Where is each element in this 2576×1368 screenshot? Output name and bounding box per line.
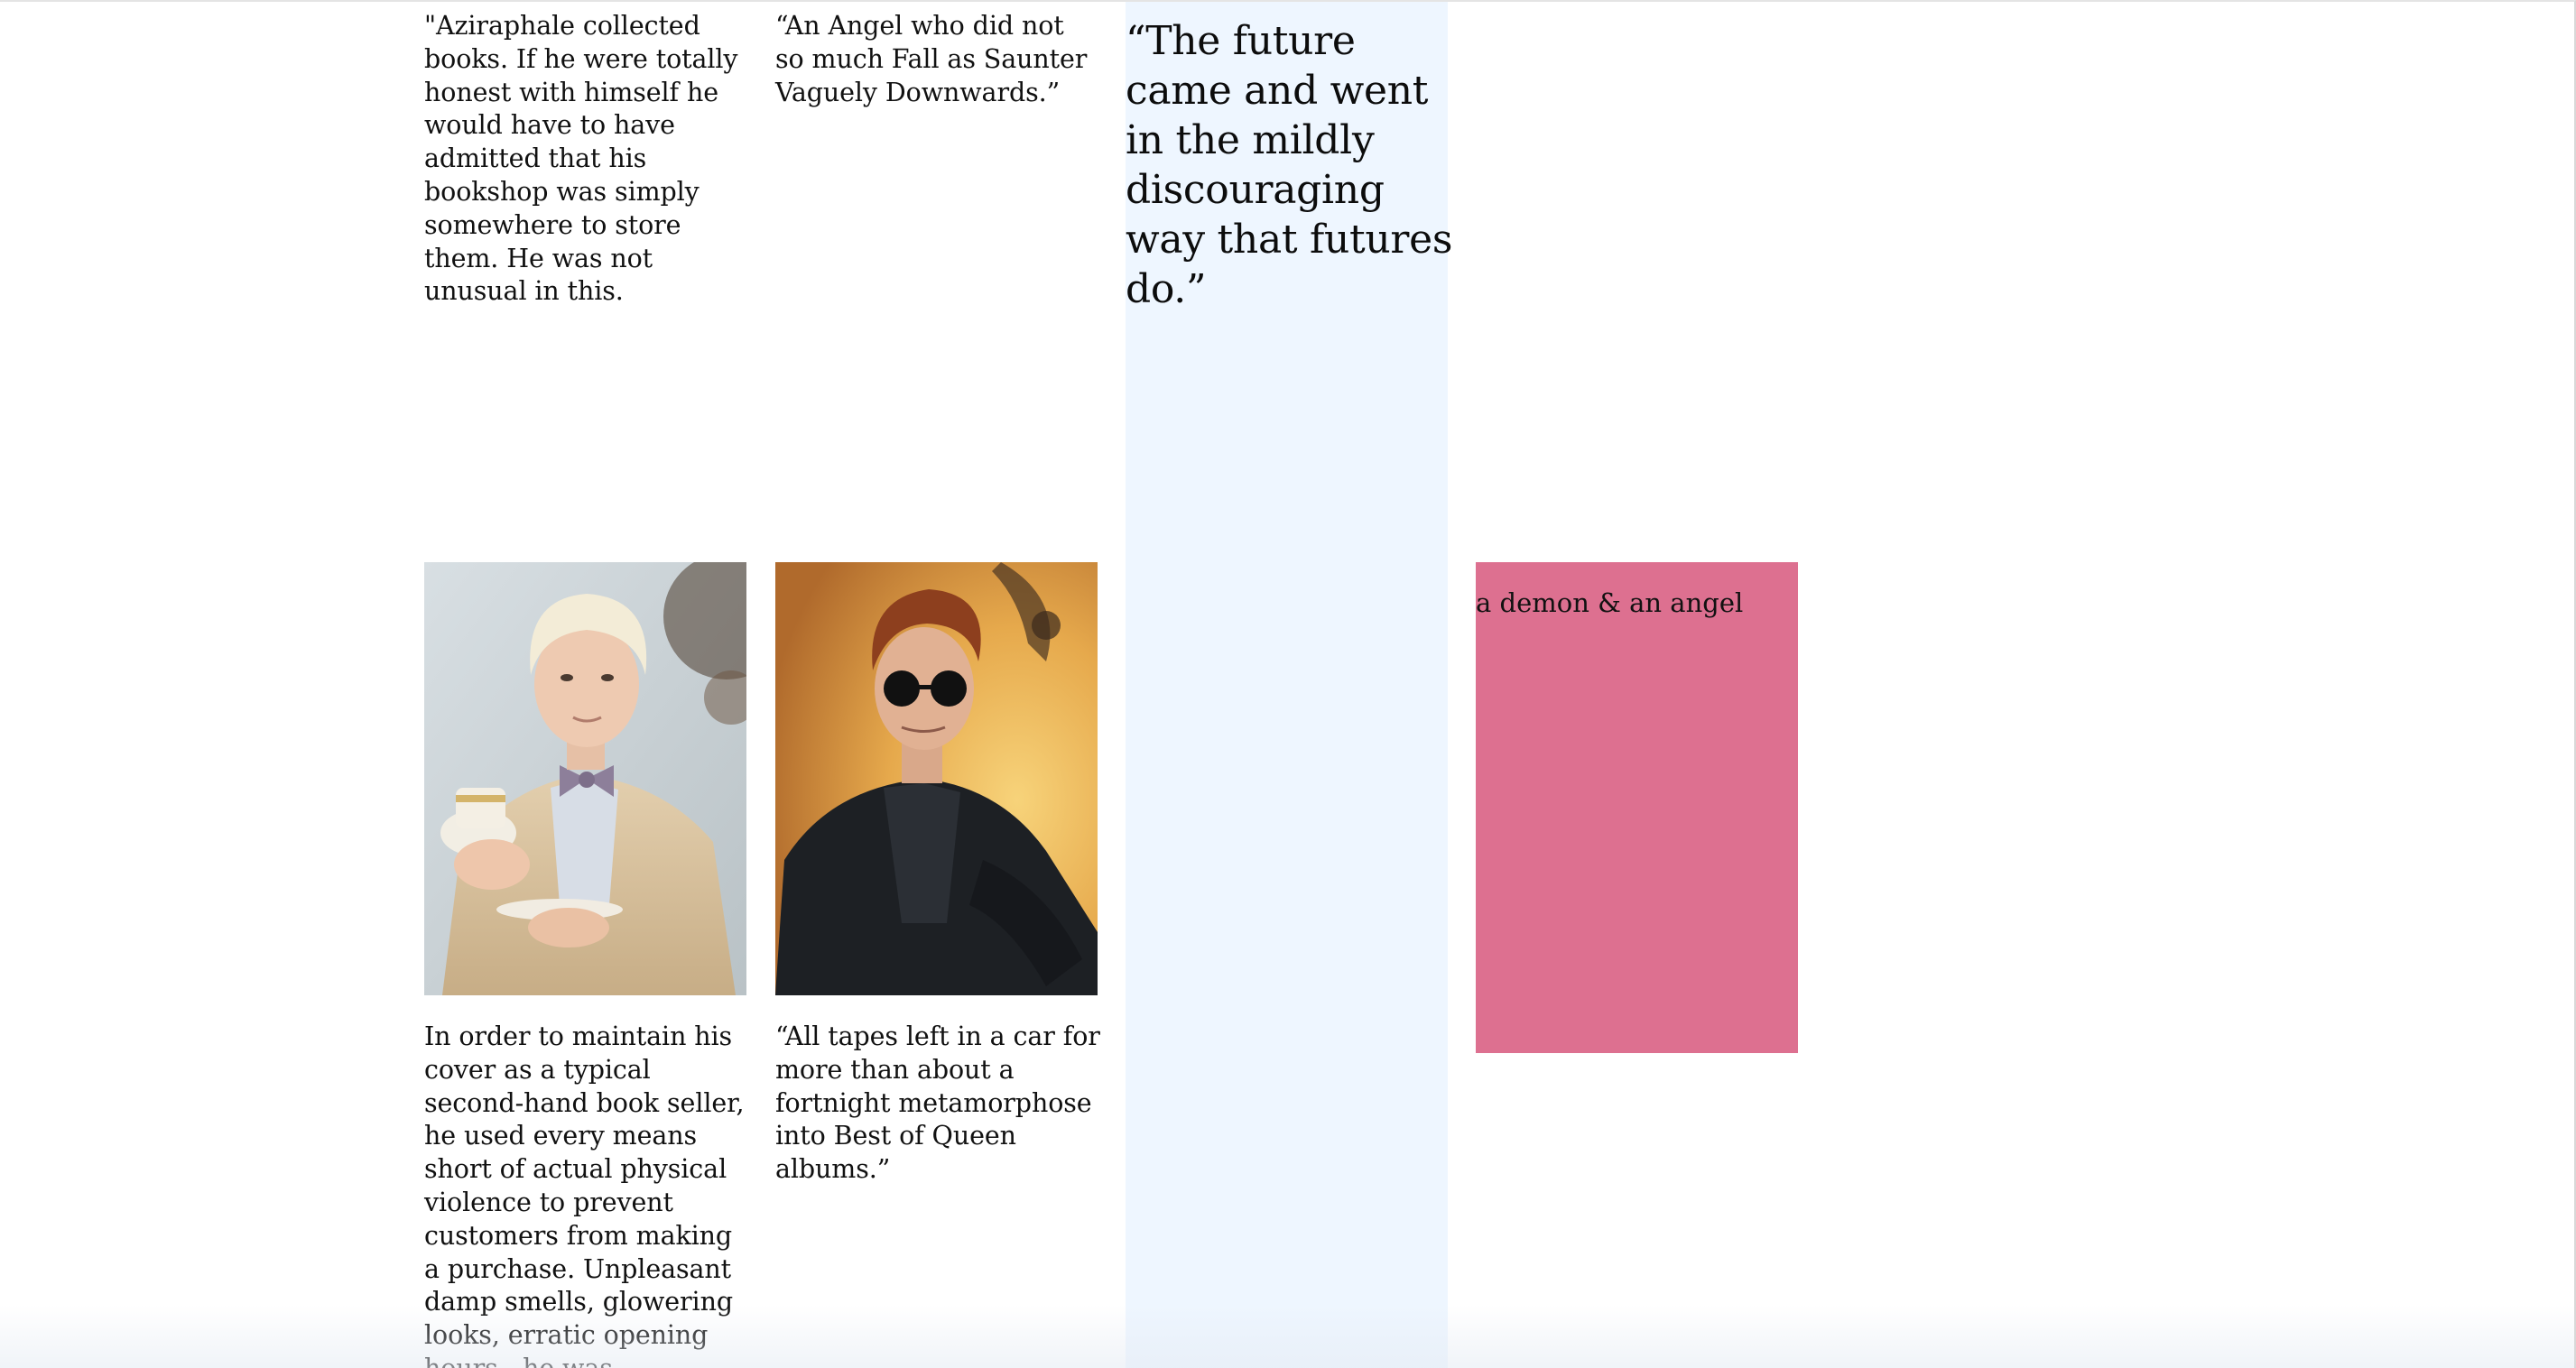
featured-quote-future: “The future came and went in the mildly … <box>1126 18 1453 312</box>
pink-card <box>1476 562 1798 1053</box>
aziraphale-photo <box>424 562 746 995</box>
page-viewport: "Aziraphale collected books. If he were … <box>0 0 2576 1368</box>
quote-bookseller-cover: In order to maintain his cover as a typi… <box>424 1021 745 1368</box>
pink-card-caption: a demon & an angel <box>1476 587 1744 618</box>
quote-angel-fall: “An Angel who did not so much Fall as Sa… <box>775 11 1088 107</box>
quote-aziraphale-books: "Aziraphale collected books. If he were … <box>424 11 738 307</box>
quote-tapes-queen: “All tapes left in a car for more than a… <box>775 1021 1100 1185</box>
crowley-photo <box>775 562 1098 995</box>
